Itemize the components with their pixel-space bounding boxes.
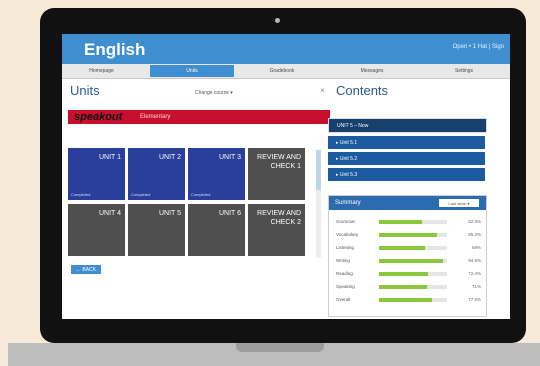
unit-tile-status: Completed [71, 192, 91, 197]
skill-bar-fill [379, 220, 422, 224]
app-title: English [84, 40, 146, 59]
unit-tile[interactable]: UNIT 6 [188, 204, 245, 256]
skill-row: Writing 94.5% [333, 257, 483, 265]
units-title: Units [70, 83, 100, 98]
unit-tile-label: UNIT 5 [158, 210, 181, 217]
unit-tile[interactable]: UNIT 1 Completed [68, 148, 125, 200]
contents-item-label: ▸ Unit 5.1 [336, 139, 358, 146]
contents-item-label: ▸ Unit 5.2 [336, 155, 358, 162]
contents-header-label: UNIT 5 – Now [337, 122, 369, 129]
unit-tile[interactable]: UNIT 4 [68, 204, 125, 256]
skill-row: Reading 72.4% [333, 270, 483, 278]
camera [275, 18, 280, 23]
unit-tile-label: UNIT 1 [98, 154, 121, 161]
skill-row: Overall 77.5% [333, 296, 483, 304]
nav-bar: Homepage Units Gradebook Messages Settin… [62, 64, 510, 79]
unit-tile[interactable]: UNIT 3 Completed [188, 148, 245, 200]
skill-percent: 62.5% [468, 219, 481, 224]
skill-row: Vocabulary 85.2% [333, 231, 483, 239]
brand-logo: speakout [74, 111, 123, 123]
unit-tile-label: REVIEW AND CHECK 2 [257, 210, 301, 226]
scrollbar-thumb[interactable] [316, 150, 321, 190]
skill-percent: 85.2% [468, 232, 481, 237]
skill-name: Overall [336, 297, 351, 302]
skill-bar-fill [379, 272, 429, 276]
course-level: Elementary [140, 114, 171, 120]
unit-tile[interactable]: UNIT 2 Completed [128, 148, 185, 200]
unit-tile-label: UNIT 2 [158, 154, 181, 161]
skill-row: Speaking 71% [333, 283, 483, 291]
skill-bar-fill [379, 233, 437, 237]
unit-tile-label: REVIEW AND CHECK 1 [257, 154, 301, 170]
contents-title: Contents [336, 83, 389, 98]
summary-header: Summary Last week ▾ [329, 196, 486, 210]
unit-tile-label: UNIT 4 [98, 210, 121, 217]
skill-name: Writing [336, 258, 350, 263]
summary-title: Summary [335, 200, 361, 206]
contents-item[interactable]: ▸ Unit 5.2 [328, 152, 485, 165]
skill-percent: 77.5% [468, 297, 481, 302]
unit-tile-label: UNIT 3 [218, 154, 241, 161]
close-icon[interactable]: × [320, 86, 325, 95]
nav-messages[interactable]: Messages [342, 66, 402, 76]
unit-tile-label: UNIT 6 [218, 210, 241, 217]
nav-homepage[interactable]: Homepage [74, 66, 129, 76]
screen: English Open • 1 Hat | Sign Homepage Uni… [62, 34, 510, 319]
skill-bar-fill [379, 246, 426, 250]
summary-panel: Summary Last week ▾ Grammar 62.5% Vocabula… [328, 195, 487, 317]
skill-bar-track [379, 259, 447, 263]
skill-name: Reading [336, 271, 353, 276]
skill-name: Listening [336, 245, 355, 250]
unit-tile[interactable]: REVIEW AND CHECK 1 [248, 148, 305, 200]
unit-tile-status: Completed [131, 192, 151, 197]
unit-tile[interactable]: REVIEW AND CHECK 2 [248, 204, 305, 256]
skill-percent: 68% [471, 245, 481, 250]
unit-tile-status: Completed [191, 192, 211, 197]
skill-bar-track [379, 272, 447, 276]
skill-bar-track [379, 285, 447, 289]
contents-header[interactable]: UNIT 5 – Now [328, 118, 487, 133]
laptop-notch [236, 343, 324, 352]
unit-tile[interactable]: UNIT 5 [128, 204, 185, 256]
app-header: English Open • 1 Hat | Sign [62, 34, 510, 64]
speakout-banner: speakout Elementary [68, 110, 330, 124]
skill-row: Grammar 62.5% [333, 218, 483, 226]
nav-gradebook[interactable]: Gradebook [252, 66, 312, 76]
contents-item-label: ▸ Unit 5.3 [336, 171, 358, 178]
nav-units[interactable]: Units [150, 65, 234, 77]
skill-percent: 72.4% [468, 271, 481, 276]
skill-bar-fill [379, 298, 432, 302]
skill-name: Vocabulary [336, 232, 359, 237]
back-button[interactable]: ← BACK [71, 265, 101, 274]
nav-settings[interactable]: Settings [434, 66, 494, 76]
contents-item[interactable]: ▸ Unit 5.3 [328, 168, 485, 181]
skill-bar-fill [379, 259, 444, 263]
skill-bar-fill [379, 285, 428, 289]
skill-name: Speaking [336, 284, 355, 289]
summary-period-select[interactable]: Last week ▾ [439, 199, 479, 207]
skill-percent: 71% [471, 284, 481, 289]
user-menu[interactable]: Open • 1 Hat | Sign [453, 44, 504, 50]
skill-bar-track [379, 246, 447, 250]
course-filter[interactable]: Change course ▾ [195, 90, 233, 96]
skill-bar-track [379, 233, 447, 237]
skill-bar-track [379, 298, 447, 302]
skill-percent: 94.5% [468, 258, 481, 263]
skill-row: Listening 68% [333, 244, 483, 252]
contents-item[interactable]: ▸ Unit 5.1 [328, 136, 485, 149]
skill-name: Grammar [336, 219, 355, 224]
skill-bar-track [379, 220, 447, 224]
